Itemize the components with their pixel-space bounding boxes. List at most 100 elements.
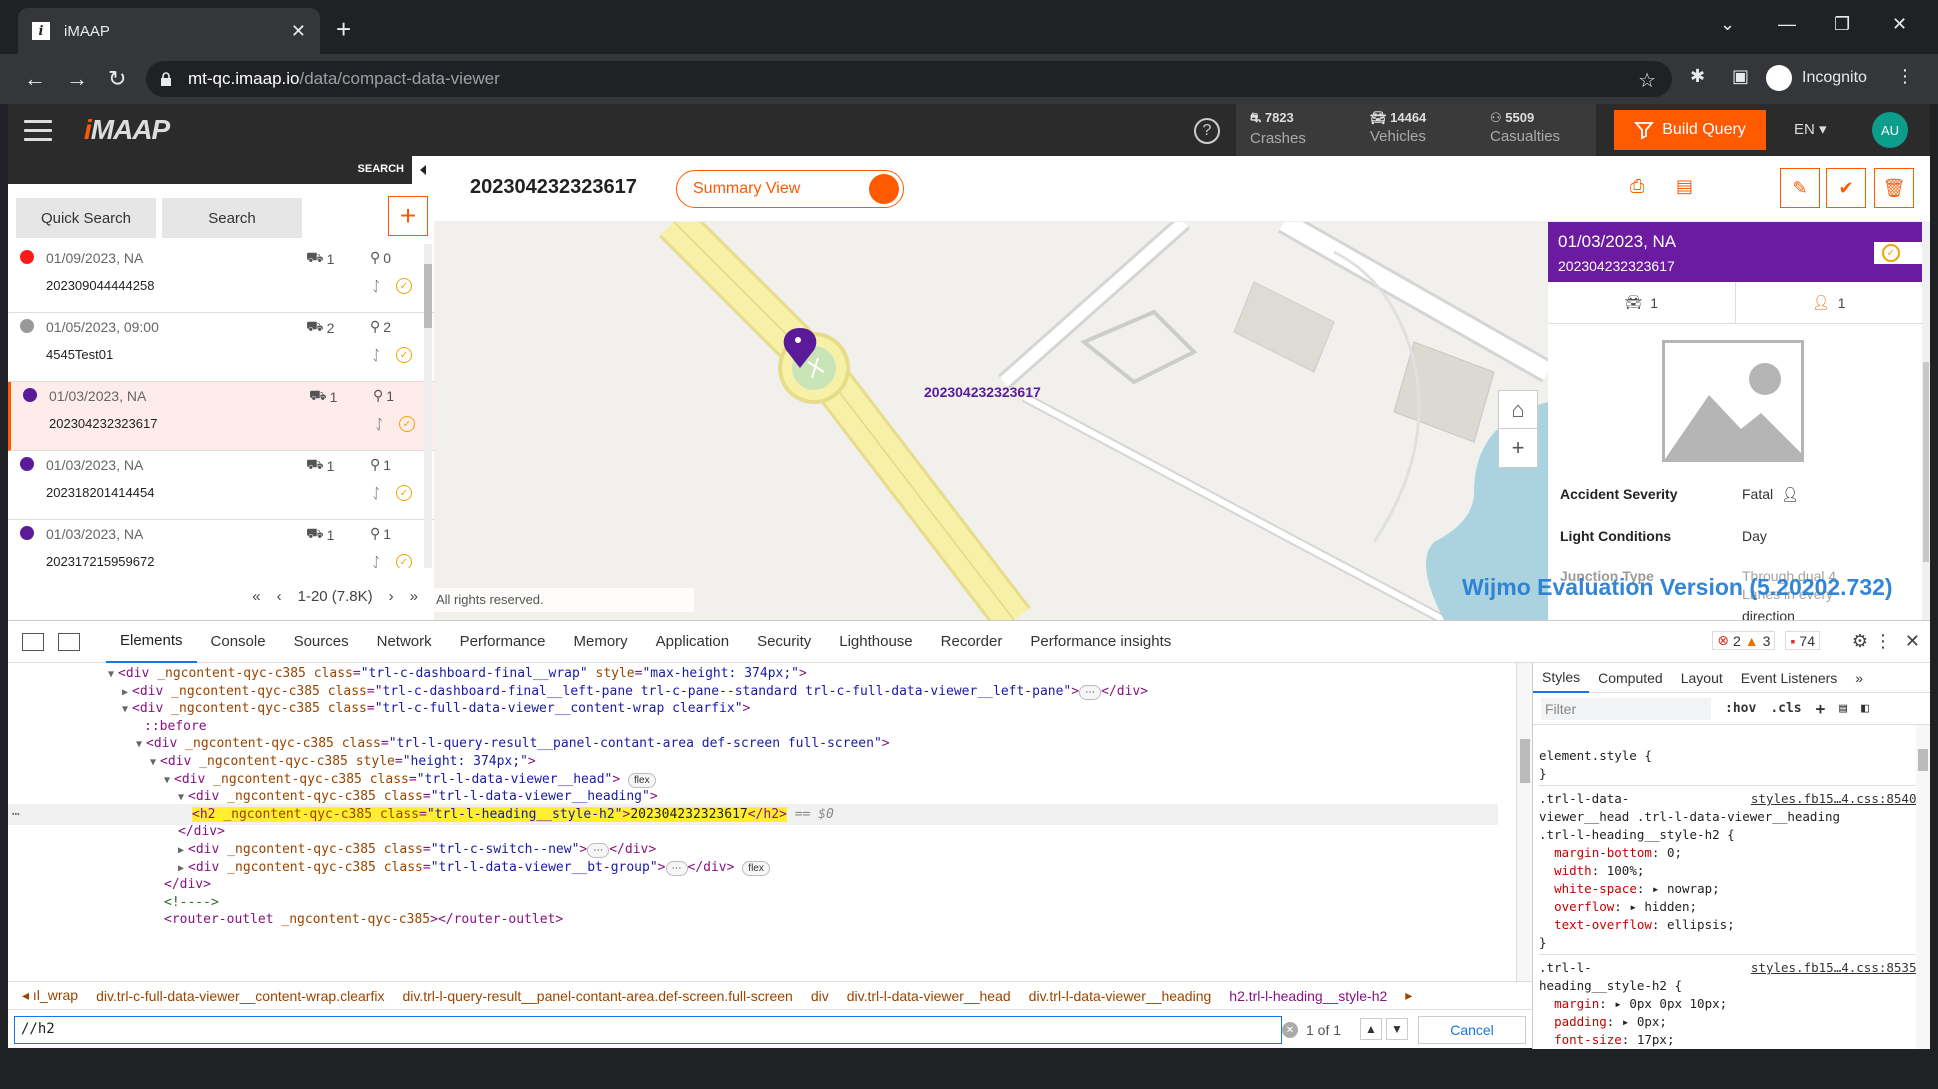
summary-view-switch[interactable]: Summary View — [676, 170, 904, 208]
styles-tab[interactable]: Layout — [1672, 663, 1732, 693]
tab-close-icon[interactable]: ✕ — [291, 21, 306, 42]
expand-arrow-icon[interactable]: ▶ — [178, 845, 184, 856]
tab-search-icon[interactable]: ⌄ — [1720, 14, 1735, 35]
breadcrumb-item[interactable]: div — [811, 988, 829, 1004]
find-cancel-button[interactable]: Cancel — [1418, 1016, 1526, 1044]
expand-arrow-icon[interactable]: ▼ — [136, 739, 142, 750]
styles-tab[interactable]: » — [1846, 663, 1872, 693]
stat-casualties[interactable]: ⚇ 5509 Casualties — [1476, 104, 1596, 156]
elements-scrollbar[interactable] — [1516, 663, 1532, 981]
map-marker-label[interactable]: 202304232323617 — [924, 384, 1041, 400]
bookmark-star-icon[interactable]: ☆ — [1638, 68, 1656, 93]
list-item[interactable]: 01/09/2023, NA 202309044444258 ⛟ 1 ⚲ 0 ᛇ ✓ — [8, 244, 434, 313]
inspect-element-icon[interactable] — [22, 632, 44, 651]
prev-page-icon[interactable]: ‹ — [277, 588, 282, 605]
last-page-icon[interactable]: » — [410, 588, 418, 605]
hov-toggle[interactable]: :hov — [1725, 701, 1756, 716]
find-prev-icon[interactable]: ▲ — [1360, 1018, 1382, 1040]
restore-icon[interactable]: ❐ — [1834, 14, 1850, 35]
expand-arrow-icon[interactable]: ▼ — [178, 792, 184, 803]
user-avatar[interactable]: AU — [1872, 112, 1908, 148]
profile-incognito[interactable]: Incognito — [1766, 60, 1867, 96]
breadcrumb-item[interactable]: div.trl-l-query-result__panel-contant-ar… — [402, 988, 792, 1004]
more-menu-icon[interactable]: ⋮ — [1874, 631, 1892, 652]
close-devtools-icon[interactable]: ✕ — [1905, 631, 1920, 652]
hamburger-menu-icon[interactable] — [24, 120, 52, 147]
devtools-tab[interactable]: Console — [197, 621, 280, 663]
device-toolbar-icon[interactable] — [58, 632, 80, 651]
search-panel-toggle[interactable]: SEARCH — [8, 156, 434, 184]
devtools-tab[interactable]: Elements — [106, 621, 197, 663]
breadcrumb-item[interactable]: h2.trl-l-heading__style-h2 — [1229, 988, 1387, 1004]
breadcrumb-item[interactable]: ◂ ıl_wrap — [22, 987, 78, 1004]
devtools-tab[interactable]: Performance — [446, 621, 560, 663]
add-button[interactable]: + — [388, 196, 428, 236]
list-item[interactable]: 01/03/2023, NA 202318201414454 ⛟ 1 ⚲ 1 ᛇ ✓ — [8, 451, 434, 520]
document-icon[interactable]: ▤ — [1676, 176, 1693, 197]
find-next-icon[interactable]: ▼ — [1386, 1018, 1408, 1040]
expand-arrow-icon[interactable]: ▶ — [178, 863, 184, 874]
detail-casualties[interactable]: 👤︎ 1 — [1736, 282, 1923, 323]
devtools-tab[interactable]: Performance insights — [1016, 621, 1185, 663]
devtools-tab[interactable]: Network — [363, 621, 446, 663]
collapse-arrow-icon[interactable] — [412, 156, 434, 184]
expand-arrow-icon[interactable]: ▶ — [122, 687, 128, 698]
minimize-icon[interactable]: — — [1778, 14, 1796, 35]
window-close-icon[interactable]: ✕ — [1892, 14, 1907, 35]
devtools-tab[interactable]: Memory — [560, 621, 642, 663]
styles-scrollbar[interactable] — [1916, 725, 1930, 1049]
first-page-icon[interactable]: « — [252, 588, 260, 605]
new-tab-icon[interactable]: + — [336, 16, 351, 42]
back-arrow-icon[interactable]: ← — [24, 66, 46, 92]
expand-arrow-icon[interactable]: ▼ — [122, 704, 128, 715]
breadcrumb-item[interactable]: div.trl-l-data-viewer__head — [847, 988, 1011, 1004]
map-canvas[interactable] — [434, 222, 1548, 620]
styles-tab[interactable]: Computed — [1589, 663, 1672, 693]
list-item[interactable]: 01/05/2023, 09:00 4545Test01 ⛟ 2 ⚲ 2 ᛇ ✓ — [8, 313, 434, 382]
new-rule-icon[interactable]: + — [1816, 699, 1826, 718]
print-icon[interactable]: ⎙ — [1630, 176, 1644, 197]
edit-button[interactable]: ✎ — [1780, 168, 1820, 208]
quick-search-button[interactable]: Quick Search — [16, 198, 156, 238]
settings-gear-icon[interactable]: ⚙ — [1852, 631, 1868, 652]
reload-icon[interactable]: ↻ — [108, 66, 126, 92]
detail-vehicles[interactable]: 🚘︎ 1 — [1548, 282, 1736, 323]
stat-crashes[interactable]: ⛐ 7823 Crashes — [1236, 104, 1356, 156]
forward-arrow-icon[interactable]: → — [66, 66, 88, 92]
map-view[interactable]: 202304232323617 ⌂ + — [434, 222, 1548, 620]
results-scrollbar[interactable] — [424, 244, 432, 568]
expand-arrow-icon[interactable]: ▼ — [108, 669, 114, 680]
styles-filter-input[interactable]: Filter — [1541, 697, 1711, 720]
list-item[interactable]: 01/03/2023, NA 202317215959672 ⛟ 1 ⚲ 1 ᛇ ✓ — [8, 520, 434, 568]
breadcrumb-item[interactable]: div.trl-l-data-viewer__heading — [1029, 988, 1212, 1004]
sidepanel-icon[interactable]: ▣ — [1732, 66, 1749, 87]
cls-toggle[interactable]: .cls — [1770, 701, 1801, 716]
url-input[interactable]: mt-qc.imaap.io/data/compact-data-viewer … — [146, 61, 1672, 97]
sidebar-toggle-icon[interactable]: ◧ — [1861, 701, 1869, 716]
build-query-button[interactable]: Build Query — [1614, 110, 1766, 150]
clear-find-icon[interactable]: ✕ — [1282, 1022, 1298, 1038]
expand-arrow-icon[interactable]: ▼ — [164, 775, 170, 786]
zoom-in-icon[interactable]: + — [1498, 428, 1538, 468]
styles-tab[interactable]: Styles — [1533, 663, 1590, 693]
next-page-icon[interactable]: › — [389, 588, 394, 605]
breadcrumb-item[interactable]: div.trl-c-full-data-viewer__content-wrap… — [96, 988, 384, 1004]
devtools-tab[interactable]: Recorder — [927, 621, 1017, 663]
devtools-counters[interactable]: ⊗ 2 ▲ 3 ▪ 74 — [1712, 631, 1820, 650]
approve-button[interactable]: ✔ — [1826, 168, 1866, 208]
extensions-icon[interactable]: ✱ — [1690, 66, 1705, 87]
devtools-tab[interactable]: Application — [642, 621, 743, 663]
elements-tree[interactable]: ▼ <div _ngcontent-qyc-c385 class="trl-c-d… — [8, 663, 1508, 981]
switch-knob[interactable] — [869, 174, 899, 204]
browser-tab[interactable]: i iMAAP ✕ — [18, 8, 320, 54]
computed-toggle-icon[interactable]: ▤ — [1839, 701, 1847, 716]
find-input[interactable]: //h2 — [14, 1016, 1282, 1044]
breadcrumb-item[interactable]: ▸ — [1405, 987, 1412, 1004]
expand-arrow-icon[interactable]: ▼ — [150, 757, 156, 768]
help-icon[interactable]: ? — [1194, 118, 1220, 144]
search-button[interactable]: Search — [162, 198, 302, 238]
stat-vehicles[interactable]: 🚘︎ 14464 Vehicles — [1356, 104, 1476, 156]
styles-tab[interactable]: Event Listeners — [1732, 663, 1847, 693]
delete-button[interactable]: 🗑︎ — [1874, 168, 1914, 208]
detail-scrollbar[interactable] — [1922, 222, 1930, 620]
